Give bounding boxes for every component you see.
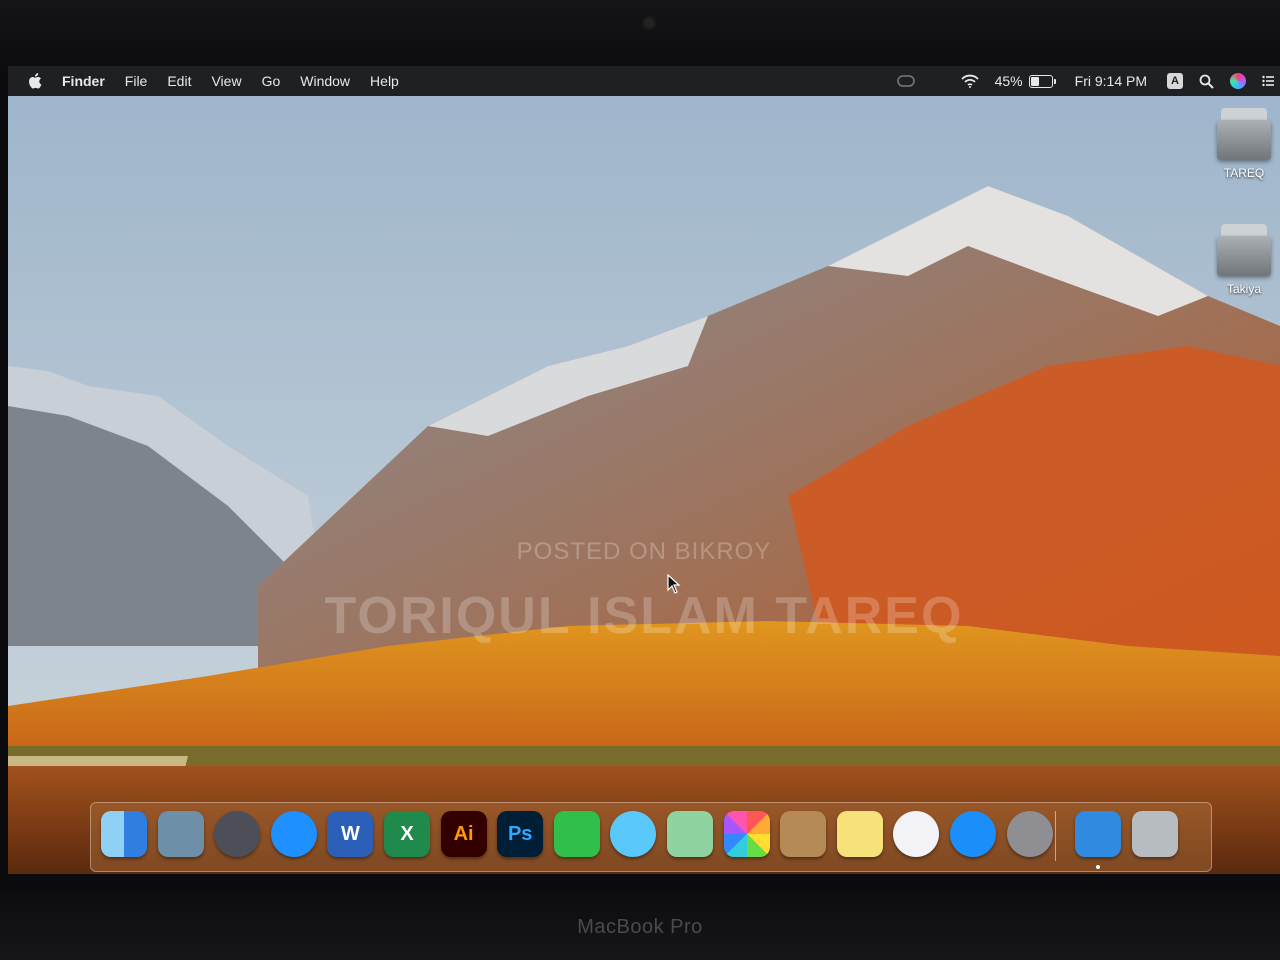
desktop-drive-tareq[interactable]: TAREQ xyxy=(1204,108,1280,180)
extras-menu-icon[interactable] xyxy=(896,75,915,87)
siri-icon[interactable] xyxy=(1230,73,1246,89)
desktop-icon-label: Takiya xyxy=(1226,282,1261,296)
menu-app-finder[interactable]: Finder xyxy=(62,73,105,89)
trash-icon[interactable] xyxy=(1131,811,1178,857)
contacts-icon[interactable] xyxy=(780,811,827,857)
word-icon[interactable]: W xyxy=(327,811,374,857)
gear-icon[interactable] xyxy=(1006,811,1053,857)
spotlight-search-icon[interactable] xyxy=(1199,74,1214,89)
menu-window[interactable]: Window xyxy=(300,73,350,89)
notification-center-icon[interactable] xyxy=(1262,75,1274,87)
mouse-cursor-icon xyxy=(667,574,681,594)
menu-view[interactable]: View xyxy=(211,73,241,89)
dock-icon-glyph: X xyxy=(400,822,414,845)
menu-go[interactable]: Go xyxy=(262,73,281,89)
desktop-screen: Finder File Edit View Go Window Help 45% xyxy=(8,66,1280,874)
battery-level xyxy=(1030,76,1039,86)
input-source-label: A xyxy=(1167,73,1183,89)
preview-icon[interactable] xyxy=(157,811,204,857)
battery-status[interactable]: 45% xyxy=(994,73,1056,89)
apple-icon[interactable] xyxy=(28,73,42,89)
menu-help[interactable]: Help xyxy=(370,73,399,89)
messages-icon[interactable] xyxy=(610,811,657,857)
menubar-clock[interactable]: Fri 9:14 PM xyxy=(1075,73,1147,89)
battery-icon xyxy=(1028,74,1056,88)
menu-bar: Finder File Edit View Go Window Help 45% xyxy=(8,66,1280,96)
external-drive-icon xyxy=(1217,108,1271,160)
dock-icon-glyph: Ai xyxy=(453,822,474,845)
external-drive-icon xyxy=(1217,224,1271,276)
camera-icon xyxy=(644,18,654,28)
wifi-icon[interactable] xyxy=(960,74,979,88)
menu-file[interactable]: File xyxy=(125,73,148,89)
menu-edit[interactable]: Edit xyxy=(167,73,191,89)
finder-icon[interactable] xyxy=(101,811,147,857)
compass-icon[interactable] xyxy=(270,811,317,857)
music-icon[interactable] xyxy=(893,811,940,857)
running-indicator xyxy=(1096,865,1101,869)
laptop-brand-label: MacBook Pro xyxy=(577,916,703,938)
desktop-wallpaper xyxy=(8,66,1280,874)
desktop-icon-label: TAREQ xyxy=(1223,166,1265,180)
dock-icon-glyph: W xyxy=(340,822,360,845)
watermark-owner: TORIQUL ISLAM TAREQ xyxy=(324,587,964,645)
rocket-icon[interactable] xyxy=(214,811,261,857)
facetime-icon[interactable] xyxy=(553,811,600,857)
maps-icon[interactable] xyxy=(667,811,713,857)
photoshop-icon[interactable]: Ps xyxy=(497,811,544,857)
excel-icon[interactable]: X xyxy=(384,811,430,857)
bluetooth-icon[interactable] xyxy=(1075,811,1122,857)
battery-percent: 45% xyxy=(994,73,1023,89)
dock-separator xyxy=(1055,811,1056,861)
watermark-posted: POSTED ON BIKROY xyxy=(516,538,772,565)
notes-icon[interactable] xyxy=(836,811,883,857)
screen-bezel-top xyxy=(0,0,1280,70)
dock-icon-glyph: Ps xyxy=(507,822,533,845)
desktop-drive-takiya[interactable]: Takiya xyxy=(1204,224,1280,296)
input-source-menu[interactable]: A xyxy=(1167,73,1183,89)
dock: W X Ai Ps xyxy=(90,802,1212,872)
photos-icon[interactable] xyxy=(723,811,770,857)
illustrator-icon[interactable]: Ai xyxy=(440,811,487,857)
app-store-icon[interactable] xyxy=(950,811,996,857)
